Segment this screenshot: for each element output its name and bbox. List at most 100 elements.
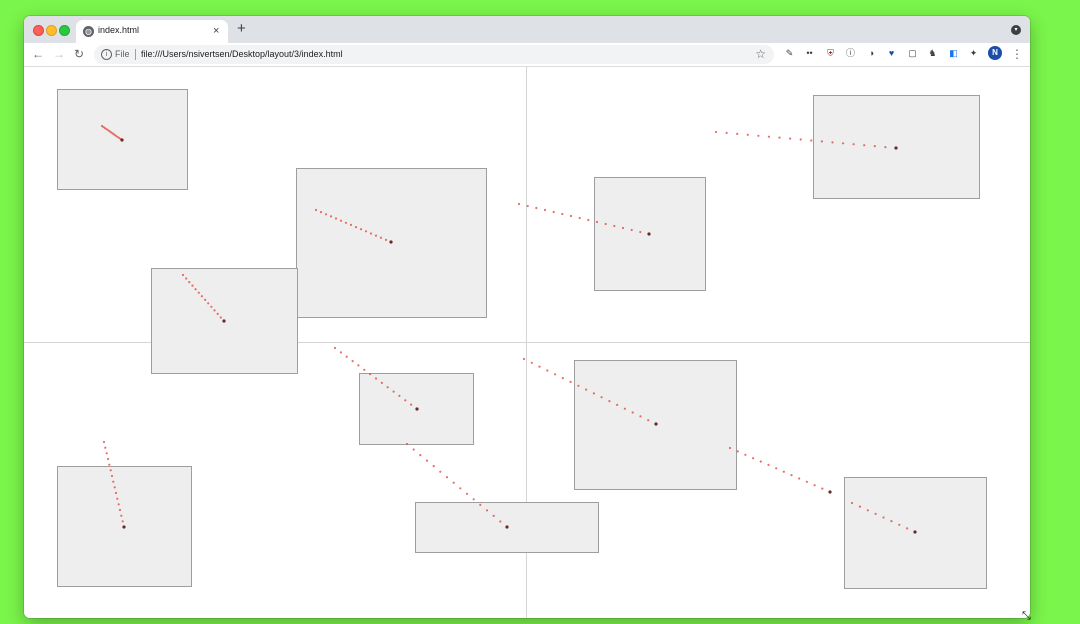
trail-dot bbox=[216, 312, 219, 315]
glasses-icon[interactable]: •• bbox=[804, 48, 815, 59]
trail-dot bbox=[517, 202, 521, 206]
trail-dot bbox=[616, 403, 619, 406]
trail-head-dot bbox=[415, 407, 419, 411]
back-button[interactable]: ← bbox=[32, 46, 44, 62]
trail-dot bbox=[194, 288, 197, 291]
trail-dot bbox=[577, 384, 580, 387]
trail-dot bbox=[479, 503, 482, 506]
trail-dot bbox=[526, 204, 529, 208]
site-info-icon[interactable]: i bbox=[101, 49, 112, 60]
trail-dot bbox=[821, 487, 824, 490]
trail-dot bbox=[863, 144, 866, 147]
browser-menu-icon[interactable]: ⋮ bbox=[1011, 46, 1023, 62]
trail-dot bbox=[810, 139, 813, 142]
new-tab-button[interactable]: + bbox=[237, 21, 246, 37]
puzzle-icon[interactable]: ✦ bbox=[968, 48, 979, 59]
trail-dot bbox=[736, 450, 739, 453]
shield-icon[interactable]: ⛨ bbox=[825, 48, 836, 59]
reload-button[interactable]: ↻ bbox=[74, 46, 84, 62]
trail-dot bbox=[639, 230, 642, 234]
trail-dot bbox=[757, 134, 760, 137]
bookmark-star-icon[interactable]: ☆ bbox=[755, 46, 766, 62]
square-icon[interactable]: ▢ bbox=[907, 48, 918, 59]
trail-head-dot bbox=[828, 490, 832, 494]
trail-dot bbox=[349, 223, 353, 226]
trail-dot bbox=[569, 214, 573, 218]
trail-dot bbox=[621, 226, 625, 230]
trail-dot bbox=[790, 474, 793, 477]
motion-trails bbox=[100, 124, 917, 534]
heart-icon[interactable]: ♥ bbox=[886, 48, 897, 59]
trail-dot bbox=[850, 501, 854, 505]
trail-dot bbox=[499, 520, 502, 523]
address-separator bbox=[135, 49, 136, 60]
trail-dot bbox=[191, 284, 194, 287]
trail-dot bbox=[595, 220, 599, 224]
trail-dot bbox=[587, 218, 590, 222]
tab-search-icon[interactable]: ▾ bbox=[1011, 25, 1021, 35]
trail-dot bbox=[425, 459, 429, 462]
trail-dot bbox=[200, 295, 203, 298]
address-bar[interactable]: i File file:///Users/nsivertsen/Desktop/… bbox=[94, 45, 774, 64]
tag-icon[interactable]: ◧ bbox=[948, 48, 959, 59]
trail-head-dot bbox=[505, 525, 509, 529]
trail-dot bbox=[398, 394, 401, 397]
tab-index-html[interactable]: ◍ index.html × bbox=[76, 20, 228, 43]
trail-dot bbox=[105, 452, 108, 455]
trail-dot bbox=[384, 238, 388, 241]
trail-dot bbox=[714, 130, 718, 134]
trail-dot bbox=[552, 210, 555, 214]
trail-dot bbox=[344, 221, 348, 224]
trail-dot bbox=[459, 487, 462, 490]
trail-dot bbox=[359, 228, 363, 231]
close-tab-icon[interactable]: × bbox=[213, 24, 219, 38]
trail-dot bbox=[109, 469, 112, 472]
pin-icon[interactable]: ✎ bbox=[784, 48, 795, 59]
trail-dot bbox=[334, 217, 338, 220]
url-text[interactable]: file:///Users/nsivertsen/Desktop/layout/… bbox=[141, 48, 343, 61]
trail-dot bbox=[121, 520, 124, 523]
browser-window: ◍ index.html × + ▾ ← → ↻ i File file:///… bbox=[24, 16, 1030, 618]
trail-dot bbox=[608, 400, 611, 403]
minimize-window-button[interactable] bbox=[46, 25, 57, 36]
trail-dot bbox=[108, 463, 111, 466]
trail-dot bbox=[112, 480, 115, 483]
trail-dot bbox=[554, 373, 557, 376]
close-window-button[interactable] bbox=[33, 25, 44, 36]
trail-dot bbox=[314, 208, 318, 212]
trail-dot bbox=[110, 474, 114, 478]
trail-dot bbox=[120, 514, 123, 517]
trail-dot bbox=[752, 457, 755, 460]
trail-dot bbox=[465, 492, 469, 495]
trail-dot bbox=[106, 457, 110, 461]
profile-avatar[interactable]: N bbox=[988, 46, 1002, 60]
trail-dot bbox=[561, 212, 564, 216]
trail-dot bbox=[530, 361, 533, 364]
trail-dot bbox=[118, 508, 122, 512]
maximize-window-button[interactable] bbox=[59, 25, 70, 36]
trail-dot bbox=[213, 309, 216, 312]
trail-dot bbox=[354, 226, 358, 229]
bell-icon[interactable]: ♞ bbox=[927, 48, 938, 59]
trail-dot bbox=[410, 403, 413, 406]
trail-dot bbox=[898, 523, 901, 526]
trail-dot bbox=[374, 377, 378, 380]
trail-head-dot bbox=[894, 146, 898, 150]
tab-strip: ◍ index.html × + ▾ bbox=[24, 16, 1030, 43]
forward-button[interactable]: → bbox=[53, 46, 65, 62]
circle-info-icon[interactable]: ⓘ bbox=[845, 48, 856, 59]
trail-dot bbox=[364, 230, 368, 233]
trail-dot bbox=[485, 509, 489, 512]
trail-dot bbox=[522, 357, 526, 361]
moon-icon[interactable]: ◑ bbox=[866, 48, 877, 59]
trail-dot bbox=[767, 135, 771, 138]
trail-dot bbox=[600, 396, 603, 399]
trail-dot bbox=[445, 476, 449, 479]
trail-head-dot bbox=[222, 319, 226, 323]
trail-head-dot bbox=[122, 525, 126, 529]
trail-head-dot bbox=[654, 422, 658, 426]
trail-dot bbox=[185, 277, 188, 280]
trail-dot bbox=[736, 132, 739, 135]
trail-dot bbox=[858, 505, 862, 508]
scheme-label: File bbox=[115, 49, 130, 59]
